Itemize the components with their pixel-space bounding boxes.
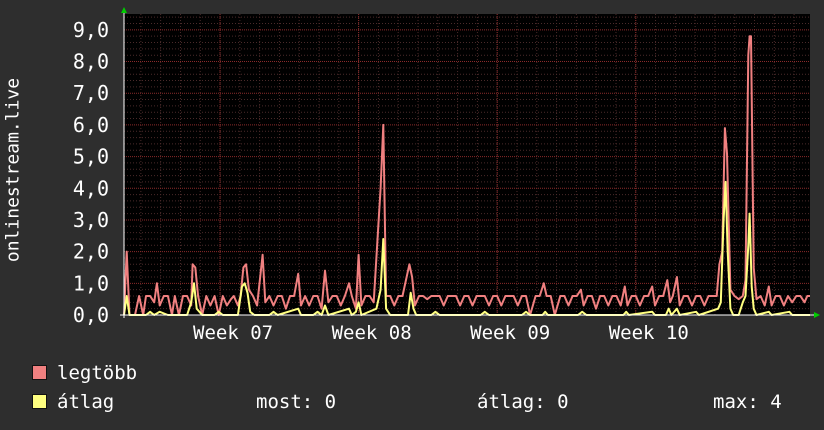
y-tick-label: 0,0 xyxy=(73,303,109,327)
legtobb-swatch xyxy=(32,365,47,380)
legend-label-atlag: átlag xyxy=(57,391,115,413)
x-tick-label: Week 09 xyxy=(470,322,550,340)
atlag-swatch xyxy=(32,394,47,409)
stat-most: most: 0 xyxy=(256,391,337,413)
y-tick-label: 4,0 xyxy=(73,176,109,200)
plot-area xyxy=(124,14,810,315)
x-tick-label: Week 07 xyxy=(193,322,273,340)
stat-max: max: 4 xyxy=(713,391,782,413)
y-tick-label: 1,0 xyxy=(73,271,109,295)
y-tick-label: 3,0 xyxy=(73,208,109,232)
y-tick-label: 5,0 xyxy=(73,145,109,169)
y-tick-label: 2,0 xyxy=(73,240,109,264)
x-axis-arrow-icon xyxy=(814,312,820,318)
y-tick-label: 8,0 xyxy=(73,50,109,74)
y-axis-arrow-icon xyxy=(121,7,127,13)
stat-atlag: átlag: 0 xyxy=(477,391,569,413)
legend-label-legtobb: legtöbb xyxy=(57,362,138,384)
chart: 0,01,02,03,04,05,06,07,08,09,0 Week 07 We… xyxy=(73,7,820,340)
x-tick-label: Week 10 xyxy=(609,322,689,340)
y-tick-labels: 0,0 1,0 2,0 3,0 4,0 5,0 6,0 7,0 8,0 9,0 xyxy=(73,18,109,327)
legend-item-atlag: átlag xyxy=(32,391,114,413)
legend-item-legtobb: legtöbb xyxy=(32,362,137,384)
x-tick-labels: Week 07 Week 08 Week 09 Week 10 xyxy=(193,322,689,340)
y-tick-label: 6,0 xyxy=(73,113,109,137)
y-axis-label-wrap: onlinestream.live xyxy=(0,60,26,280)
y-tick-label: 7,0 xyxy=(73,81,109,105)
y-axis-label: onlinestream.live xyxy=(2,77,24,263)
x-tick-label: Week 08 xyxy=(332,322,412,340)
y-tick-label: 9,0 xyxy=(73,18,109,42)
